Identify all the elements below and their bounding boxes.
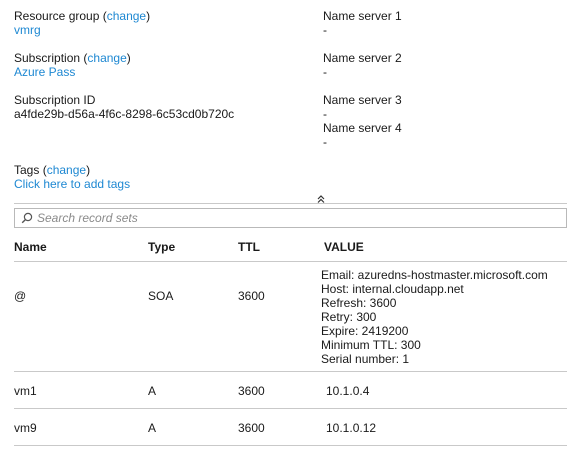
soa-minimum-ttl: Minimum TTL: 300	[321, 338, 421, 352]
row-type-cell: A	[148, 421, 157, 435]
column-header-type[interactable]: Type	[148, 240, 175, 254]
resource-group-label: Resource group	[14, 9, 100, 23]
row-value-cell: 10.1.0.12	[326, 421, 377, 435]
change-resource-group-link[interactable]: change	[107, 9, 146, 23]
row-value-cell: 10.1.0.4	[326, 384, 370, 398]
soa-refresh: Refresh: 3600	[321, 296, 397, 310]
change-tags-link[interactable]: change	[47, 163, 86, 177]
name-server-4-label: Name server 4	[323, 121, 402, 135]
row-name-cell: vm9	[14, 421, 37, 435]
add-tags-link[interactable]: Click here to add tags	[14, 177, 130, 191]
search-record-sets-input[interactable]	[37, 210, 557, 226]
subscription-id-label: Subscription ID	[14, 93, 96, 107]
table-row-vm1[interactable]: vm1 A 3600 10.1.0.4	[14, 372, 567, 408]
change-subscription-link[interactable]: change	[87, 51, 126, 65]
table-row-vm9[interactable]: vm9 A 3600 10.1.0.12	[14, 409, 567, 445]
name-server-2-value: -	[323, 65, 327, 79]
resource-group-label-row: Resource group (change)	[14, 9, 151, 23]
column-header-ttl[interactable]: TTL	[238, 240, 260, 254]
search-icon	[21, 212, 33, 224]
row-ttl-cell: 3600	[238, 384, 265, 398]
name-server-4-value: -	[323, 135, 327, 149]
tags-label: Tags	[14, 163, 40, 177]
subscription-value-link[interactable]: Azure Pass	[14, 65, 75, 79]
subscription-id-value: a4fde29b-d56a-4f6c-8298-6c53cd0b720c	[14, 107, 235, 121]
soa-expire: Expire: 2419200	[321, 324, 409, 338]
name-server-3-label: Name server 3	[323, 93, 402, 107]
soa-email: Email: azuredns-hostmaster.microsoft.com	[321, 268, 548, 282]
name-server-2-label: Name server 2	[323, 51, 402, 65]
resource-group-value-link[interactable]: vmrg	[14, 23, 41, 37]
search-record-sets-box[interactable]	[14, 208, 567, 228]
table-row-soa[interactable]: @ SOA 3600 Email: azuredns-hostmaster.mi…	[14, 262, 567, 371]
column-header-name[interactable]: Name	[14, 240, 47, 254]
row-type-cell: SOA	[148, 289, 174, 303]
name-server-3-value: -	[323, 107, 327, 121]
row-type-cell: A	[148, 384, 157, 398]
row-name-cell: @	[14, 289, 27, 303]
row-ttl-cell: 3600	[238, 421, 265, 435]
soa-serial-number: Serial number: 1	[321, 352, 410, 366]
essentials-separator	[14, 203, 567, 204]
subscription-label-row: Subscription (change)	[14, 51, 131, 65]
row-separator	[14, 445, 567, 446]
row-name-cell: vm1	[14, 384, 37, 398]
tags-label-row: Tags (change)	[14, 163, 91, 177]
double-chevron-up-icon[interactable]	[316, 193, 326, 203]
column-header-value[interactable]: VALUE	[324, 240, 364, 254]
name-server-1-value: -	[323, 23, 327, 37]
soa-host: Host: internal.cloudapp.net	[321, 282, 464, 296]
name-server-1-label: Name server 1	[323, 9, 402, 23]
row-ttl-cell: 3600	[238, 289, 265, 303]
soa-retry: Retry: 300	[321, 310, 377, 324]
subscription-label: Subscription	[14, 51, 81, 65]
row-value-cell: Email: azuredns-hostmaster.microsoft.com…	[321, 268, 548, 366]
